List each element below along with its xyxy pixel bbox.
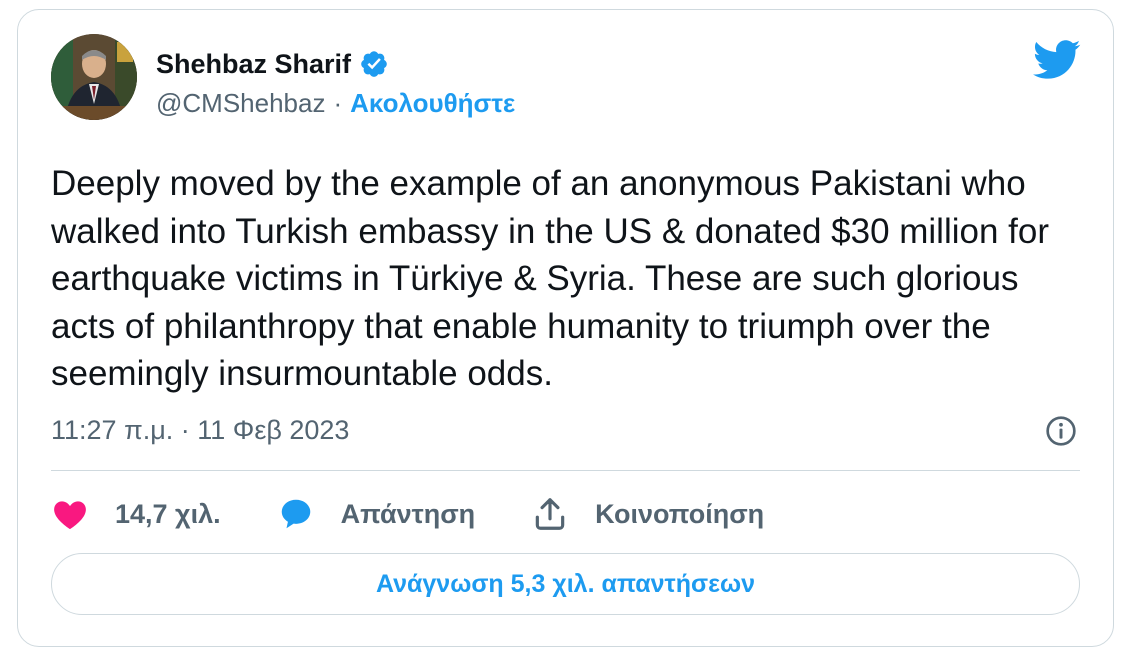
tweet-text: Deeply moved by the example of an anonym… — [51, 164, 1050, 393]
share-upload-icon — [535, 498, 565, 530]
divider — [51, 470, 1080, 471]
heart-icon — [54, 501, 86, 530]
share-button[interactable]: Κοινοποίηση — [531, 495, 764, 533]
author-handle-row: @CMShehbaz · Ακολουθήστε — [156, 88, 515, 119]
separator-dot: · — [333, 88, 343, 118]
avatar[interactable] — [51, 34, 137, 120]
speech-bubble-icon — [281, 499, 310, 529]
like-count: 14,7 χιλ. — [115, 498, 221, 529]
reply-label: Απάντηση — [340, 498, 476, 529]
read-replies-button[interactable]: Ανάγνωση 5,3 χιλ. απαντήσεων — [51, 553, 1080, 615]
twitter-bird-icon[interactable] — [1033, 40, 1081, 80]
tweet-timestamp[interactable]: 11:27 π.μ. · 11 Φεβ 2023 — [51, 415, 349, 446]
like-button[interactable]: 14,7 χιλ. — [51, 495, 221, 533]
share-label: Κοινοποίηση — [595, 498, 765, 529]
author-name-row[interactable]: Shehbaz Sharif — [156, 46, 389, 82]
info-icon[interactable] — [1045, 415, 1077, 447]
follow-link[interactable]: Ακολουθήστε — [350, 88, 515, 119]
tweet-card: Shehbaz Sharif @CMShehbaz · Ακολουθήστε … — [17, 9, 1114, 647]
author-name[interactable]: Shehbaz Sharif — [156, 49, 351, 80]
reply-button[interactable]: Απάντηση — [277, 495, 476, 533]
verified-badge-icon — [361, 51, 387, 77]
author-handle[interactable]: @CMShehbaz — [156, 88, 325, 119]
action-bar: 14,7 χιλ. Απάντηση Κοινοποίηση — [51, 494, 820, 534]
